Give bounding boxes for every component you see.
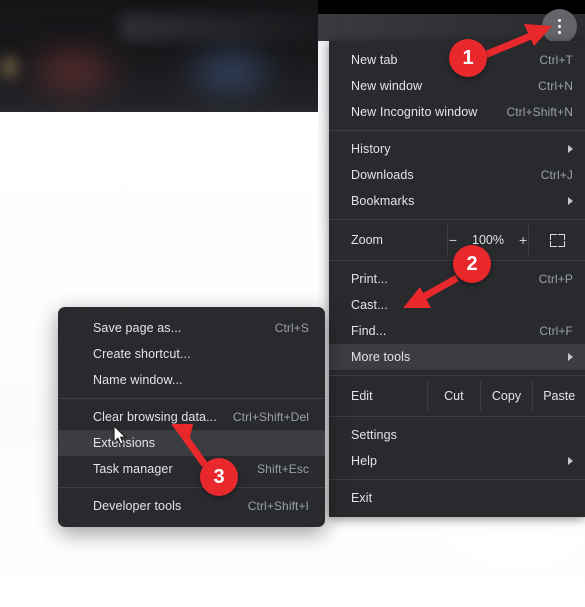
- dot-3: [558, 31, 561, 34]
- submenu-separator: [58, 487, 325, 488]
- menu-item-shortcut: Ctrl+F: [539, 324, 573, 338]
- submenu-item-label: Developer tools: [93, 499, 182, 513]
- menu-separator: [329, 416, 585, 417]
- badge-number: 1: [462, 46, 474, 69]
- menu-item-new-incognito-window[interactable]: New Incognito window Ctrl+Shift+N: [329, 99, 585, 125]
- annotation-badge-3: 3: [200, 458, 238, 496]
- submenu-item-shortcut: Ctrl+Shift+Del: [232, 410, 309, 424]
- menu-item-shortcut: Ctrl+N: [538, 79, 573, 93]
- submenu-item-clear-browsing-data[interactable]: Clear browsing data... Ctrl+Shift+Del: [58, 404, 325, 430]
- submenu-item-label: Save page as...: [93, 321, 182, 335]
- fullscreen-icon: [549, 233, 565, 247]
- chevron-right-icon: [568, 353, 573, 361]
- submenu-item-shortcut: Shift+Esc: [257, 462, 309, 476]
- submenu-item-shortcut: Ctrl+Shift+I: [247, 499, 309, 513]
- toolbar-blur-fade: [120, 14, 340, 41]
- submenu-item-shortcut: Ctrl+S: [274, 321, 309, 335]
- menu-separator: [329, 479, 585, 480]
- menu-item-bookmarks[interactable]: Bookmarks: [329, 188, 585, 214]
- chrome-main-menu: New tab Ctrl+T New window Ctrl+N New Inc…: [329, 41, 585, 517]
- submenu-item-task-manager[interactable]: Task manager Shift+Esc: [58, 456, 325, 482]
- submenu-item-label: Task manager: [93, 462, 173, 476]
- menu-item-label: New Incognito window: [351, 105, 478, 119]
- menu-item-more-tools[interactable]: More tools: [329, 344, 585, 370]
- submenu-item-label: Clear browsing data...: [93, 410, 217, 424]
- menu-item-label: Find...: [351, 324, 387, 338]
- submenu-item-label: Create shortcut...: [93, 347, 191, 361]
- menu-separator: [329, 219, 585, 220]
- chevron-right-icon: [568, 145, 573, 153]
- menu-item-label: Downloads: [351, 168, 414, 182]
- menu-item-label: Help: [351, 454, 378, 468]
- more-tools-submenu: Save page as... Ctrl+S Create shortcut..…: [58, 307, 325, 527]
- menu-item-label: New window: [351, 79, 423, 93]
- dot-2: [558, 25, 561, 28]
- menu-edit-row: Edit Cut Copy Paste: [329, 381, 585, 411]
- screenshot-root: New tab Ctrl+T New window Ctrl+N New Inc…: [0, 0, 585, 607]
- menu-item-history[interactable]: History: [329, 136, 585, 162]
- blur-artifact-yellow: [0, 50, 22, 84]
- submenu-item-label: Name window...: [93, 373, 183, 387]
- menu-item-label: Print...: [351, 272, 388, 286]
- three-dot-menu-icon[interactable]: [542, 9, 577, 44]
- menu-item-shortcut: Ctrl+J: [540, 168, 573, 182]
- annotation-badge-2: 2: [453, 245, 491, 283]
- menu-item-settings[interactable]: Settings: [329, 422, 585, 448]
- zoom-label: Zoom: [351, 233, 383, 247]
- edit-paste-button[interactable]: Paste: [532, 381, 585, 411]
- menu-separator: [329, 375, 585, 376]
- menu-item-find[interactable]: Find... Ctrl+F: [329, 318, 585, 344]
- menu-item-label: Settings: [351, 428, 397, 442]
- badge-number: 2: [466, 252, 478, 275]
- menu-item-cast[interactable]: Cast...: [329, 292, 585, 318]
- zoom-out-button[interactable]: −: [449, 232, 457, 248]
- menu-item-shortcut: Ctrl+P: [538, 272, 573, 286]
- menu-item-exit[interactable]: Exit: [329, 485, 585, 511]
- zoom-in-button[interactable]: +: [519, 232, 527, 248]
- submenu-item-create-shortcut[interactable]: Create shortcut...: [58, 341, 325, 367]
- menu-item-label: Bookmarks: [351, 194, 415, 208]
- menu-item-label: New tab: [351, 53, 398, 67]
- edit-label: Edit: [351, 389, 373, 403]
- blur-artifact-red: [18, 36, 128, 106]
- menu-item-label: Exit: [351, 491, 373, 505]
- edit-cut-button[interactable]: Cut: [427, 381, 480, 411]
- menu-item-downloads[interactable]: Downloads Ctrl+J: [329, 162, 585, 188]
- menu-item-label: More tools: [351, 350, 411, 364]
- submenu-item-name-window[interactable]: Name window...: [58, 367, 325, 393]
- chevron-right-icon: [568, 197, 573, 205]
- edit-copy-button[interactable]: Copy: [479, 381, 533, 411]
- submenu-item-save-page-as[interactable]: Save page as... Ctrl+S: [58, 315, 325, 341]
- annotation-badge-1: 1: [449, 39, 487, 77]
- menu-separator: [329, 130, 585, 131]
- submenu-item-extensions[interactable]: Extensions: [58, 430, 325, 456]
- dot-1: [558, 19, 561, 22]
- chevron-right-icon: [568, 457, 573, 465]
- menu-item-help[interactable]: Help: [329, 448, 585, 474]
- menu-item-shortcut: Ctrl+Shift+N: [506, 105, 573, 119]
- badge-number: 3: [213, 465, 225, 488]
- menu-item-label: History: [351, 142, 391, 156]
- menu-item-new-window[interactable]: New window Ctrl+N: [329, 73, 585, 99]
- fullscreen-button[interactable]: [529, 225, 585, 255]
- submenu-separator: [58, 398, 325, 399]
- submenu-item-developer-tools[interactable]: Developer tools Ctrl+Shift+I: [58, 493, 325, 519]
- blur-artifact-blue: [175, 38, 285, 106]
- menu-item-label: Cast...: [351, 298, 388, 312]
- menu-item-shortcut: Ctrl+T: [539, 53, 573, 67]
- mouse-cursor-icon: [113, 425, 127, 445]
